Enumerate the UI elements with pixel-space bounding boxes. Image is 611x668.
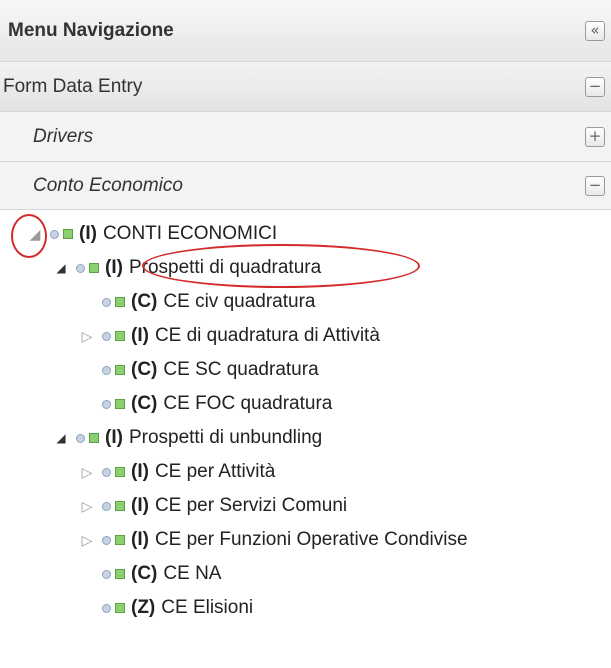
- node-label[interactable]: CE per Attività: [155, 461, 275, 483]
- node-dot-icon: [102, 501, 111, 511]
- node-code: (C): [131, 563, 158, 584]
- tree-node[interactable]: (C) CE SC quadratura: [78, 353, 319, 387]
- panel-header: Menu Navigazione «: [0, 0, 611, 62]
- node-square-icon: [115, 535, 125, 545]
- tree-node[interactable]: ▷ (I) CE per Funzioni Operative Condivis…: [78, 523, 468, 557]
- node-square-icon: [115, 603, 125, 613]
- node-dot-icon: [102, 535, 111, 545]
- node-code: (I): [131, 461, 149, 482]
- node-square-icon: [115, 501, 125, 511]
- navigation-panel: Menu Navigazione « Form Data Entry − Dri…: [0, 0, 611, 668]
- panel-title: Menu Navigazione: [8, 19, 174, 41]
- node-code: (Z): [131, 597, 156, 618]
- node-square-icon: [89, 433, 99, 443]
- node-code: (I): [79, 223, 97, 244]
- node-square-icon: [115, 399, 125, 409]
- node-dot-icon: [76, 263, 85, 273]
- node-dot-icon: [102, 399, 111, 409]
- collapse-icon[interactable]: −: [585, 76, 605, 97]
- node-code: (I): [105, 427, 123, 448]
- collapse-toggle-icon[interactable]: ◢: [52, 261, 70, 275]
- node-code: (C): [131, 393, 158, 414]
- node-square-icon: [89, 263, 99, 273]
- node-label[interactable]: CONTI ECONOMICI: [103, 223, 277, 245]
- node-code: (I): [131, 325, 149, 346]
- node-label[interactable]: Prospetti di unbundling: [129, 427, 322, 449]
- tree-node[interactable]: ▷ (I) CE di quadratura di Attività: [78, 319, 380, 353]
- expand-icon[interactable]: +: [585, 126, 605, 147]
- node-label[interactable]: CE per Servizi Comuni: [155, 495, 347, 517]
- section-drivers[interactable]: Drivers +: [0, 112, 611, 162]
- node-label[interactable]: CE di quadratura di Attività: [155, 325, 380, 347]
- collapse-toggle-icon[interactable]: ◢: [26, 226, 44, 243]
- double-chevron-left-icon[interactable]: «: [585, 20, 605, 41]
- tree-node[interactable]: (C) CE civ quadratura: [78, 285, 315, 319]
- section-conto-economico[interactable]: Conto Economico −: [0, 162, 611, 210]
- tree-node[interactable]: ▷ (I) CE per Servizi Comuni: [78, 489, 348, 523]
- node-label[interactable]: CE FOC quadratura: [163, 393, 332, 415]
- node-code: (I): [131, 495, 149, 516]
- node-dot-icon: [102, 331, 111, 341]
- node-label[interactable]: CE SC quadratura: [163, 359, 318, 381]
- tree-node[interactable]: ◢ (I) Prospetti di quadratura: [52, 251, 321, 285]
- node-code: (C): [131, 291, 158, 312]
- expand-toggle-icon[interactable]: ▷: [78, 328, 96, 345]
- node-square-icon: [63, 229, 73, 239]
- node-dot-icon: [102, 467, 111, 477]
- node-code: (I): [105, 257, 123, 278]
- node-code: (I): [131, 529, 149, 550]
- node-dot-icon: [102, 569, 111, 579]
- node-dot-icon: [102, 297, 111, 307]
- tree-node[interactable]: (C) CE NA: [78, 557, 221, 591]
- tree-node[interactable]: (Z) CE Elisioni: [78, 591, 253, 625]
- node-square-icon: [115, 365, 125, 375]
- node-label[interactable]: CE civ quadratura: [163, 291, 315, 313]
- node-square-icon: [115, 331, 125, 341]
- node-dot-icon: [102, 603, 111, 613]
- section-label: Drivers: [33, 125, 94, 147]
- node-label[interactable]: Prospetti di quadratura: [129, 257, 321, 279]
- node-square-icon: [115, 297, 125, 307]
- section-label: Conto Economico: [33, 174, 183, 196]
- expand-toggle-icon[interactable]: ▷: [78, 498, 96, 515]
- expand-toggle-icon[interactable]: ▷: [78, 532, 96, 549]
- node-dot-icon: [76, 433, 85, 443]
- tree-view: ◢ (I) CONTI ECONOMICI ◢ (I) Prospetti di…: [0, 210, 611, 668]
- tree-node[interactable]: ◢ (I) Prospetti di unbundling: [52, 421, 322, 455]
- expand-toggle-icon[interactable]: ▷: [78, 464, 96, 481]
- node-label[interactable]: CE NA: [163, 563, 221, 585]
- node-code: (C): [131, 359, 158, 380]
- node-dot-icon: [102, 365, 111, 375]
- section-form-data-entry[interactable]: Form Data Entry −: [0, 62, 611, 112]
- section-label: Form Data Entry: [3, 75, 143, 97]
- node-square-icon: [115, 467, 125, 477]
- tree-node[interactable]: (C) CE FOC quadratura: [78, 387, 332, 421]
- node-square-icon: [115, 569, 125, 579]
- node-label[interactable]: CE Elisioni: [161, 597, 253, 619]
- collapse-icon[interactable]: −: [585, 175, 605, 196]
- tree-node[interactable]: ◢ (I) CONTI ECONOMICI: [26, 217, 278, 251]
- tree-node[interactable]: ▷ (I) CE per Attività: [78, 455, 276, 489]
- node-label[interactable]: CE per Funzioni Operative Condivise: [155, 529, 468, 551]
- node-dot-icon: [50, 229, 59, 239]
- collapse-toggle-icon[interactable]: ◢: [52, 431, 70, 445]
